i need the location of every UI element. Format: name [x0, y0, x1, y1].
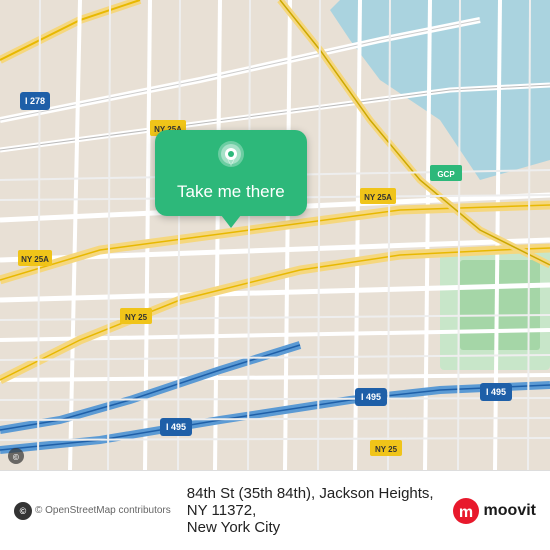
moovit-logo-icon: m: [452, 497, 480, 525]
map-svg: I 278 NY 25A NY 25A NY 25A NY 25 NY 25 I…: [0, 0, 550, 470]
svg-text:I 278: I 278: [25, 96, 45, 106]
svg-text:NY 25A: NY 25A: [21, 255, 49, 264]
address-line2: New York City: [187, 519, 452, 536]
bottom-bar: © © OpenStreetMap contributors 84th St (…: [0, 470, 550, 550]
svg-text:m: m: [458, 504, 472, 521]
moovit-logo: m moovit: [452, 497, 536, 525]
osm-credit: © © OpenStreetMap contributors: [14, 502, 171, 520]
svg-text:I 495: I 495: [361, 392, 381, 402]
osm-credit-text: © OpenStreetMap contributors: [35, 505, 171, 516]
address-line1: 84th St (35th 84th), Jackson Heights, NY…: [187, 485, 452, 519]
svg-text:I 495: I 495: [166, 422, 186, 432]
take-me-there-button[interactable]: Take me there: [155, 130, 307, 216]
location-pin-icon: [213, 140, 249, 176]
map-container: I 278 NY 25A NY 25A NY 25A NY 25 NY 25 I…: [0, 0, 550, 470]
svg-text:©: ©: [13, 453, 19, 462]
svg-text:I 495: I 495: [486, 387, 506, 397]
address-block: 84th St (35th 84th), Jackson Heights, NY…: [181, 485, 452, 536]
moovit-text: moovit: [484, 502, 536, 520]
svg-text:NY 25: NY 25: [125, 313, 148, 322]
take-me-there-label: Take me there: [177, 182, 285, 202]
svg-text:GCP: GCP: [437, 170, 455, 179]
osm-icon: ©: [14, 502, 32, 520]
svg-text:NY 25A: NY 25A: [364, 193, 392, 202]
svg-text:NY 25: NY 25: [375, 445, 398, 454]
